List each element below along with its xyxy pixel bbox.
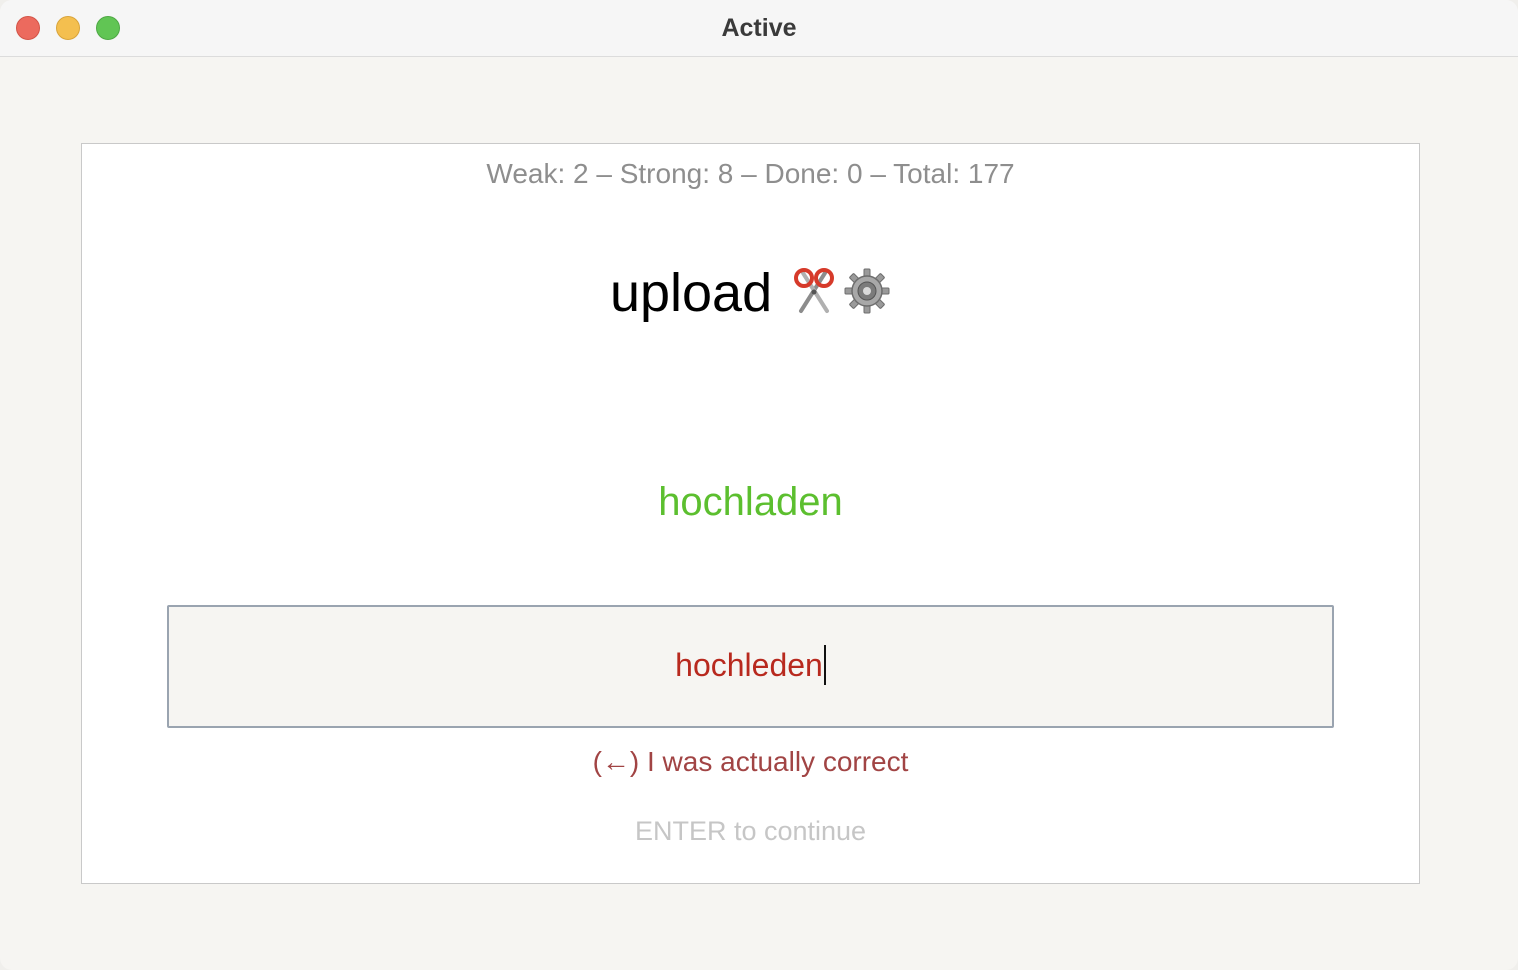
title-bar[interactable]: Active: [0, 0, 1518, 57]
prompt-word: upload: [609, 263, 773, 323]
correct-answer: hochladen: [658, 480, 843, 524]
app-window: Active Weak: 2 – Strong: 8 – Done: 0 – T…: [0, 0, 1518, 970]
window-title: Active: [721, 14, 797, 42]
gear-icon: [843, 267, 891, 320]
text-caret: [823, 645, 826, 685]
prompt-row: upload: [82, 262, 1419, 324]
progress-stats: Weak: 2 – Strong: 8 – Done: 0 – Total: 1…: [486, 158, 1015, 189]
answer-input-text[interactable]: hochleden: [169, 645, 1332, 685]
answer-input-value: hochleden: [675, 647, 823, 683]
scissors-icon: [791, 267, 837, 320]
answer-input[interactable]: hochleden: [167, 605, 1334, 728]
flashcard-panel: Weak: 2 – Strong: 8 – Done: 0 – Total: 1…: [81, 143, 1420, 884]
mark-correct-link[interactable]: (←) I was actually correct: [82, 746, 1419, 778]
close-window-button[interactable]: [16, 16, 40, 40]
zoom-window-button[interactable]: [96, 16, 120, 40]
continue-hint: ENTER to continue: [634, 816, 867, 846]
minimize-window-button[interactable]: [56, 16, 80, 40]
